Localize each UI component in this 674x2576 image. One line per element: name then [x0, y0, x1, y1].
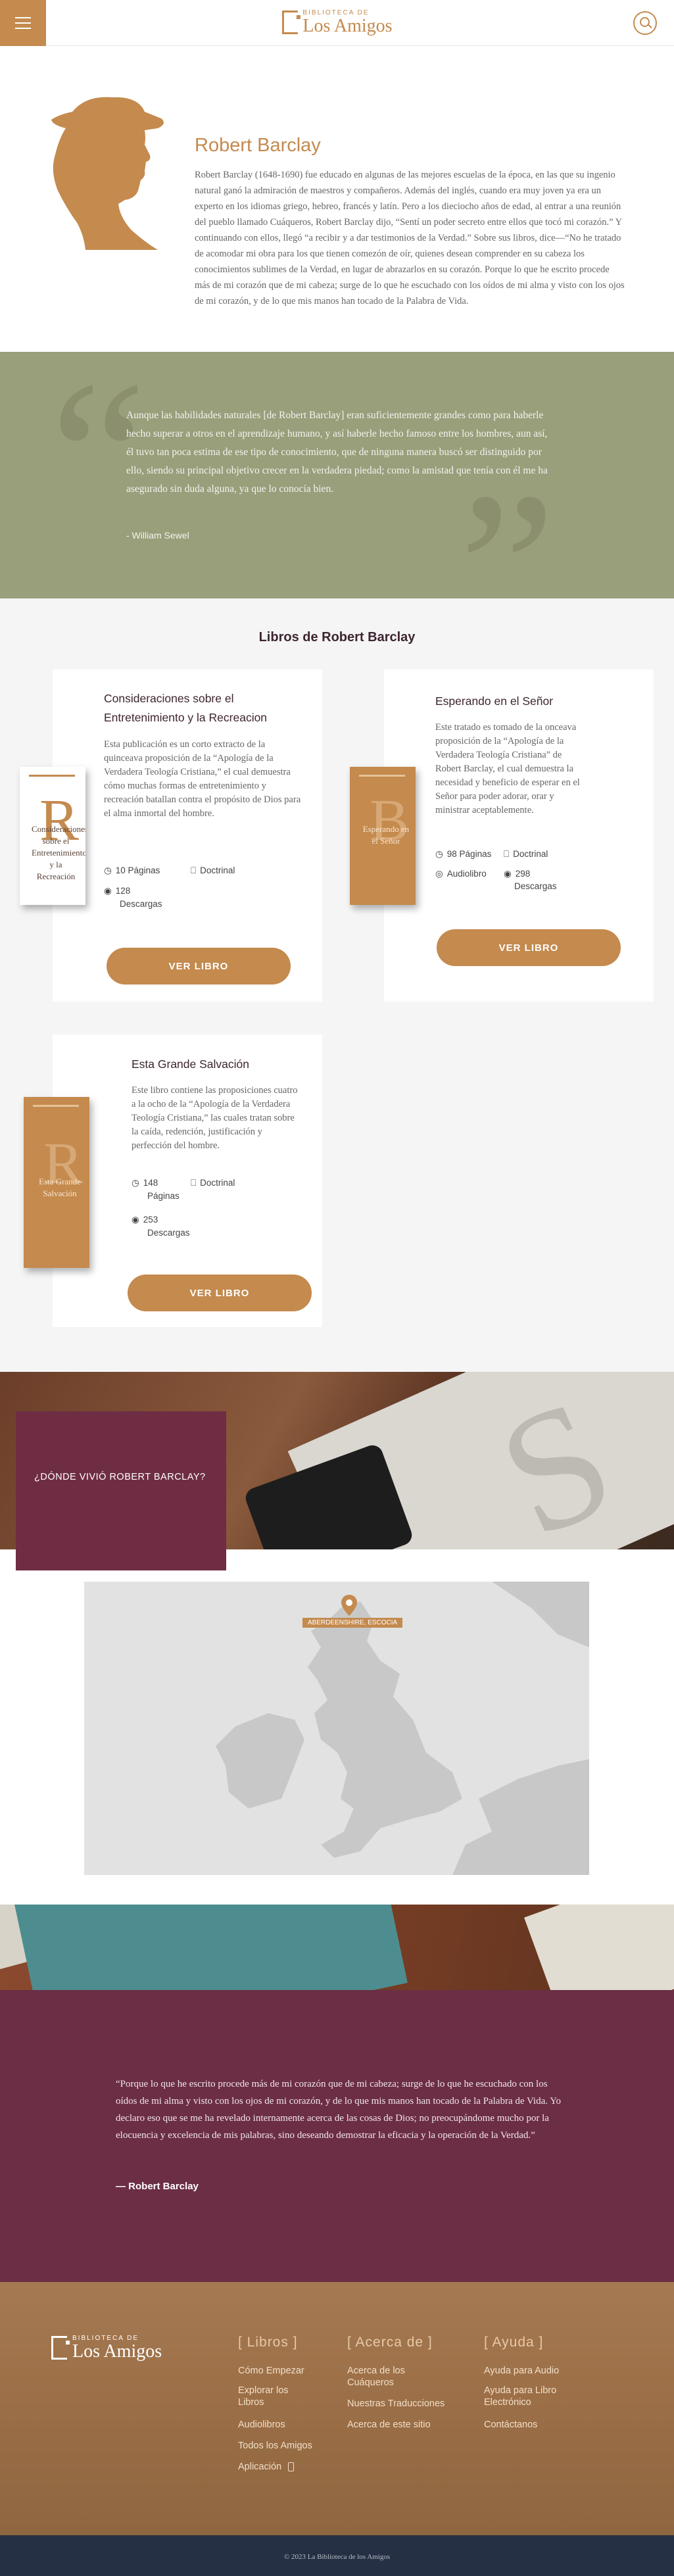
book-description: Esta publicación es un corto extracto de… [104, 739, 301, 819]
view-book-button[interactable]: VER LIBRO [128, 1275, 312, 1311]
logo-mark-icon [51, 2336, 70, 2360]
hamburger-line [15, 22, 31, 24]
site-footer [0, 2282, 674, 2535]
clock-icon: ◷ [132, 1178, 139, 1188]
footer-link[interactable]: Cómo Empezar [238, 2365, 304, 2377]
book-downloads-label: Descargas [514, 881, 557, 891]
author-quote-text: “Porque lo que he escrito procede más de… [116, 2079, 562, 2141]
author-silhouette-icon [51, 97, 164, 250]
bookmark-icon: ⎕ [504, 849, 510, 860]
book-category: ⎕ Doctrinal [191, 865, 235, 876]
footer-link[interactable]: Contáctanos [484, 2419, 537, 2431]
cover-title: Esperando en el Señor [362, 824, 410, 846]
footer-link-label: Aplicación [238, 2462, 282, 2472]
footer-link[interactable]: Ayuda para Libro Electrónico [484, 2385, 576, 2408]
footer-heading-libros: [ Libros ] [238, 2335, 298, 2350]
bookmark-icon: ⎕ [191, 865, 197, 876]
eye-icon: ◉ [504, 869, 512, 879]
book-pages-label: Páginas [147, 1191, 180, 1201]
footer-logo[interactable]: BIBLIOTECA DE Los Amigos [51, 2335, 162, 2361]
logo-big-text: Los Amigos [72, 2341, 162, 2362]
book-pages: ◷ 10 Páginas [104, 865, 160, 876]
book-audio: ◎ Audiolibro [435, 869, 487, 879]
book-decoration [524, 1905, 674, 1990]
cover-header [33, 1105, 79, 1107]
author-bio-section: Robert Barclay Robert Barclay (1648-1690… [0, 46, 674, 352]
book-downloads: ◉ 298 [504, 869, 531, 879]
book-cover[interactable]: B Esperando en el Señor [350, 767, 416, 905]
clock-icon: ◷ [104, 865, 112, 876]
phone-icon [288, 2462, 295, 2472]
footer-link[interactable]: Todos los Amigos [238, 2440, 312, 2452]
audio-icon: ◎ [435, 869, 443, 879]
logo-big-text: Los Amigos [302, 16, 393, 36]
book-description: Este libro contiene las proposiciones cu… [132, 1085, 298, 1151]
footer-heading-ayuda: [ Ayuda ] [484, 2335, 544, 2350]
book-downloads: ◉ 128 [104, 886, 131, 896]
site-logo[interactable]: BIBLIOTECA DE Los Amigos [281, 9, 393, 36]
menu-button[interactable] [0, 0, 46, 46]
book-downloads-label: Descargas [120, 899, 162, 909]
location-map[interactable]: ABERDEENSHIRE, ESCOCIA [84, 1582, 589, 1875]
footer-link[interactable]: Acerca de los Cuáqueros [347, 2365, 433, 2389]
where-heading-box: ¿DÓNDE VIVIÓ ROBERT BARCLAY? [16, 1411, 226, 1570]
book-downloads: ◉ 253 [132, 1215, 158, 1225]
book-title[interactable]: Esta Grande Salvación [132, 1055, 309, 1074]
hamburger-line [15, 28, 31, 29]
book-category: ⎕ Doctrinal [191, 1178, 235, 1188]
footer-link[interactable]: Nuestras Traducciones [347, 2398, 445, 2410]
footer-link-app[interactable]: Aplicación [238, 2461, 295, 2473]
testimonial-author: - William Sewel [126, 530, 189, 541]
eye-icon: ◉ [132, 1215, 139, 1225]
cover-title: Esta Grande Salvación [39, 1177, 81, 1198]
book-title[interactable]: Esperando en el Señor [435, 692, 633, 711]
site-header: BIBLIOTECA DE Los Amigos [0, 0, 674, 46]
bookmark-icon: ⎕ [191, 1178, 197, 1188]
book-pages: ◷ 98 Páginas [435, 849, 492, 860]
book-pages: ◷ 148 [132, 1178, 158, 1188]
cover-header [359, 775, 405, 777]
footer-link[interactable]: Audiolibros [238, 2419, 285, 2431]
book-downloads-label: Descargas [147, 1228, 190, 1238]
clock-icon: ◷ [435, 849, 443, 860]
book-cover[interactable]: R Esta Grande Salvación [24, 1097, 89, 1268]
book-decoration-letter: S [473, 1372, 638, 1549]
where-heading: ¿DÓNDE VIVIÓ ROBERT BARCLAY? [34, 1472, 206, 1482]
footer-link[interactable]: Ayuda para Audio [484, 2365, 559, 2377]
footer-heading-acerca: [ Acerca de ] [347, 2335, 433, 2350]
view-book-button[interactable]: VER LIBRO [107, 948, 291, 984]
author-bio-text: Robert Barclay (1648-1690) fue educado e… [195, 170, 625, 306]
author-name: Robert Barclay [195, 135, 321, 156]
footer-link[interactable]: Acerca de este sitio [347, 2419, 431, 2431]
map-pin-icon[interactable] [341, 1595, 357, 1619]
author-quote-attribution: — Robert Barclay [116, 2181, 199, 2192]
testimonial-text: Aunque las habilidades naturales [de Rob… [126, 410, 548, 495]
logo-mark-icon [281, 11, 301, 34]
view-book-button[interactable]: VER LIBRO [437, 929, 621, 966]
eye-icon: ◉ [104, 886, 112, 896]
book-title[interactable]: Consideraciones sobre el Entretenimiento… [104, 689, 301, 727]
copyright-text: © 2023 La Biblioteca de los Amigos [283, 2553, 391, 2561]
search-icon[interactable] [633, 11, 657, 35]
books-banner-image [0, 1905, 674, 1990]
book-category: ⎕ Doctrinal [504, 849, 548, 860]
book-decoration [13, 1905, 408, 1990]
map-label: ABERDEENSHIRE, ESCOCIA [302, 1618, 403, 1628]
book-description: Este tratado es tomado de la onceava pro… [435, 722, 580, 815]
hamburger-line [15, 17, 31, 18]
footer-link[interactable]: Explorar los Libros [238, 2385, 317, 2408]
books-section-title: Libros de Robert Barclay [258, 630, 416, 644]
